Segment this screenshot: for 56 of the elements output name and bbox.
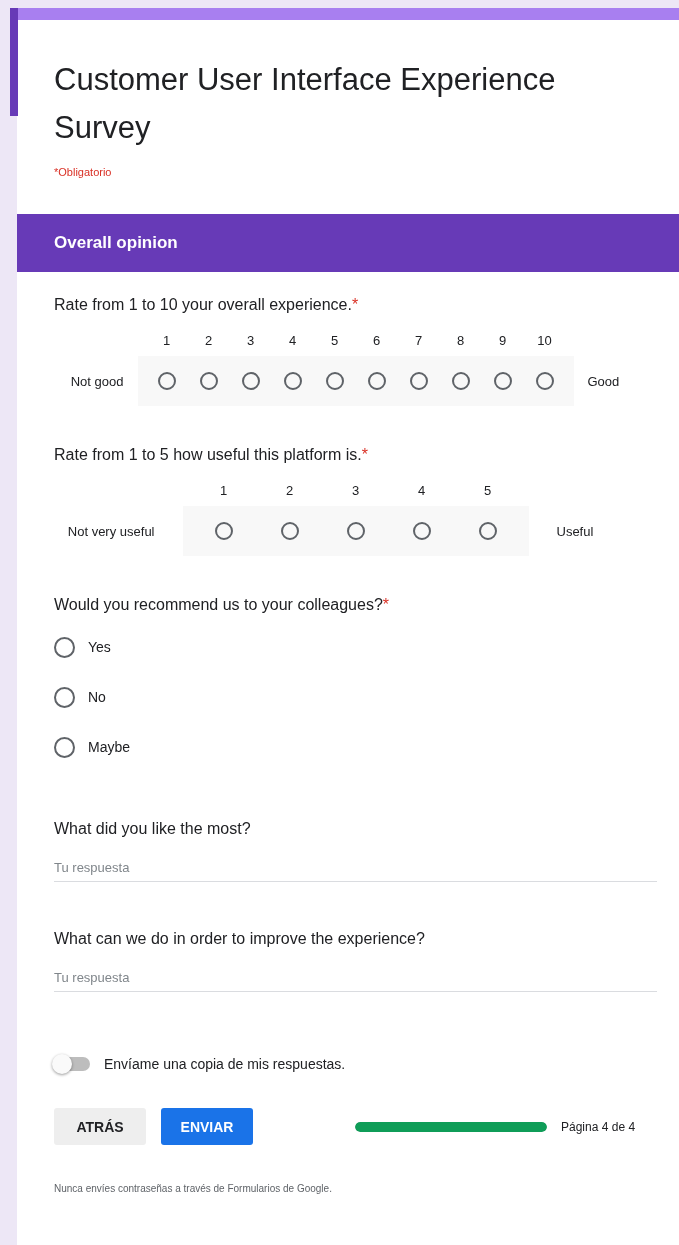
answer-field[interactable]: Tu respuesta <box>54 966 657 992</box>
radio-button[interactable] <box>367 372 386 390</box>
radio-button[interactable] <box>54 736 75 758</box>
radio-button[interactable] <box>346 522 365 540</box>
radio-button[interactable] <box>214 522 233 540</box>
radio-button[interactable] <box>412 522 431 540</box>
scale-number: 6 <box>371 332 382 348</box>
option-label: No <box>88 689 106 705</box>
scale-number: 4 <box>416 482 427 498</box>
option-label: Yes <box>88 639 111 655</box>
radio-button[interactable] <box>478 522 497 540</box>
scale-number: 1 <box>161 332 172 348</box>
scale-number: 5 <box>482 482 493 498</box>
scale-number: 3 <box>350 482 361 498</box>
question-title: What can we do in order to improve the experience? <box>54 929 426 948</box>
scale-number: 8 <box>455 332 466 348</box>
scale-low-label: Not very useful <box>66 523 156 539</box>
scale-number: 1 <box>218 482 229 498</box>
answer-field[interactable]: Tu respuesta <box>54 856 657 882</box>
scale-number: 2 <box>284 482 295 498</box>
radio-button[interactable] <box>157 372 176 390</box>
form-title: Customer User Interface Experience Survey <box>54 61 557 147</box>
radio-button[interactable] <box>409 372 428 390</box>
scale-number: 10 <box>536 332 553 348</box>
scale-number: 7 <box>413 332 424 348</box>
scale-number: 2 <box>203 332 214 348</box>
scale-number: 9 <box>497 332 508 348</box>
radio-button[interactable] <box>493 372 512 390</box>
radio-button[interactable] <box>283 372 302 390</box>
toggle-switch[interactable] <box>54 1057 90 1071</box>
radio-button[interactable] <box>535 372 554 390</box>
scale-number: 3 <box>245 332 256 348</box>
back-button[interactable]: ATRÁS <box>54 1108 146 1145</box>
toggle-label: Envíame una copia de mis respuestas. <box>104 1056 346 1072</box>
required-note: *Obligatorio <box>54 166 113 178</box>
scale-number: 4 <box>287 332 298 348</box>
scale-high-label: Good <box>586 373 621 389</box>
radio-button[interactable] <box>451 372 470 390</box>
option-label: Maybe <box>88 739 131 755</box>
question-title: What did you like the most? <box>54 819 252 838</box>
radio-button[interactable] <box>54 636 75 658</box>
question-title: Would you recommend us to your colleagues?* <box>54 595 390 614</box>
question-title: Rate from 1 to 5 how useful this platform is.* <box>54 445 369 464</box>
question-title: Rate from 1 to 10 your overall experience.* <box>54 295 360 314</box>
radio-button[interactable] <box>199 372 218 390</box>
progress-label: Página 4 de 4 <box>561 1119 636 1134</box>
radio-button[interactable] <box>325 372 344 390</box>
scale-low-label: Not good <box>69 373 125 389</box>
footer-note: Nunca envíes contraseñas a través de Formularios de Google. <box>53 1182 333 1194</box>
radio-button[interactable] <box>54 686 75 708</box>
scale-high-label: Useful <box>555 523 595 539</box>
scale-number: 5 <box>329 332 340 348</box>
section-title: Overall opinion <box>54 233 178 253</box>
radio-button[interactable] <box>280 522 299 540</box>
radio-button[interactable] <box>241 372 260 390</box>
submit-button[interactable]: ENVIAR <box>161 1108 253 1145</box>
